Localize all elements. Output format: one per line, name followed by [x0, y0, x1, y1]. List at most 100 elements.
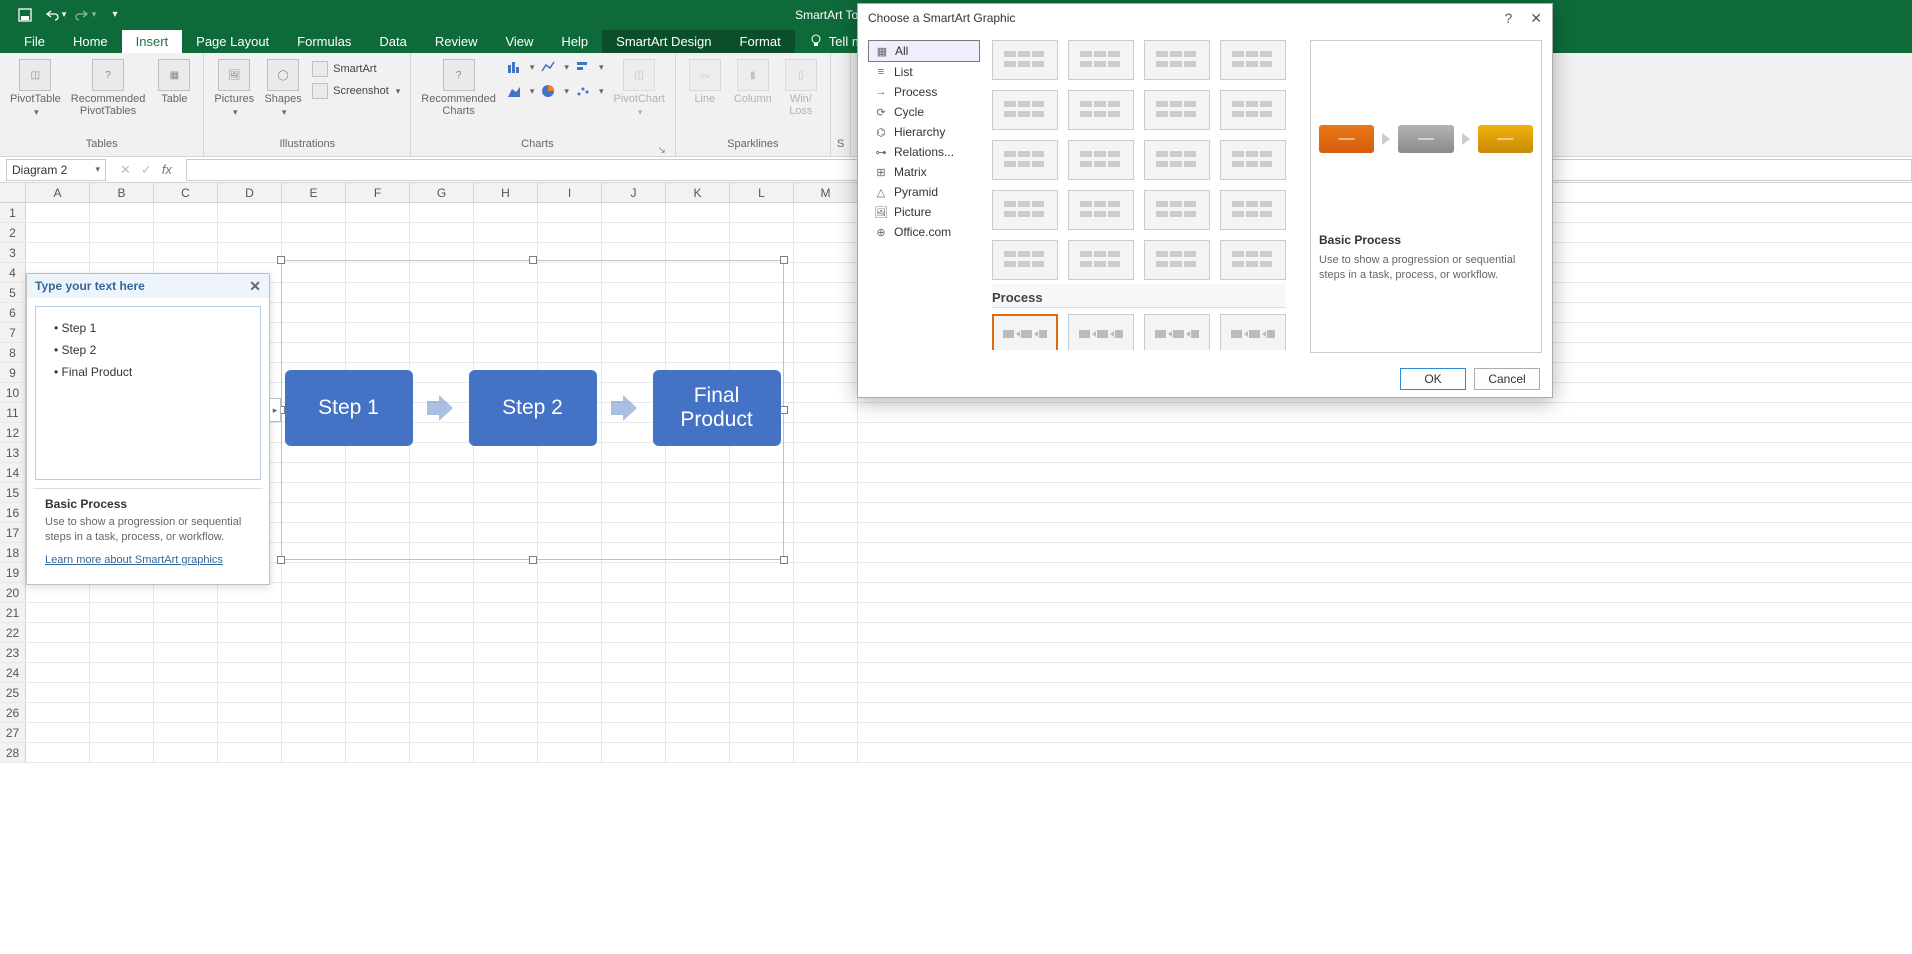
row-header[interactable]: 14 [0, 463, 26, 482]
cell[interactable] [26, 203, 90, 222]
tab-smartart-design[interactable]: SmartArt Design [602, 30, 725, 53]
cell[interactable] [794, 663, 858, 682]
cell[interactable] [538, 563, 602, 582]
cell[interactable] [154, 623, 218, 642]
cell[interactable] [154, 603, 218, 622]
cell[interactable] [730, 583, 794, 602]
sparkline-winloss-button[interactable]: ▯Win/ Loss [778, 57, 824, 119]
cell[interactable] [538, 663, 602, 682]
row-header[interactable]: 25 [0, 683, 26, 702]
cell[interactable] [346, 723, 410, 742]
cell[interactable] [730, 603, 794, 622]
cell[interactable] [26, 243, 90, 262]
cell[interactable] [346, 663, 410, 682]
smartart-thumb[interactable] [1220, 40, 1286, 80]
row-header[interactable]: 23 [0, 643, 26, 662]
charts-dialog-launcher[interactable]: ↘ [657, 145, 668, 156]
cell[interactable] [794, 383, 858, 402]
row-header[interactable]: 12 [0, 423, 26, 442]
bar-chart-icon[interactable] [575, 59, 591, 75]
cell[interactable] [410, 203, 474, 222]
pivottable-button[interactable]: ◫PivotTable▾ [6, 57, 65, 120]
column-header[interactable]: M [794, 183, 858, 202]
cell[interactable] [154, 583, 218, 602]
row-header[interactable]: 4 [0, 263, 26, 282]
cell[interactable] [90, 703, 154, 722]
cell[interactable] [602, 623, 666, 642]
cell[interactable] [474, 223, 538, 242]
cell[interactable] [474, 603, 538, 622]
smartart-thumb[interactable] [1144, 240, 1210, 280]
cell[interactable] [730, 623, 794, 642]
select-all-cell[interactable] [0, 183, 26, 202]
tab-page-layout[interactable]: Page Layout [182, 30, 283, 53]
tab-home[interactable]: Home [59, 30, 122, 53]
row-header[interactable]: 16 [0, 503, 26, 522]
cell[interactable] [602, 703, 666, 722]
cell[interactable] [794, 323, 858, 342]
cell[interactable] [602, 603, 666, 622]
gallery-scroll[interactable]: Process [988, 40, 1302, 350]
tab-view[interactable]: View [491, 30, 547, 53]
ok-button[interactable]: OK [1400, 368, 1466, 390]
cell[interactable] [794, 363, 858, 382]
sparkline-column-button[interactable]: ▮Column [730, 57, 776, 107]
column-header[interactable]: A [26, 183, 90, 202]
row-header[interactable]: 3 [0, 243, 26, 262]
cell[interactable] [730, 563, 794, 582]
cell[interactable] [346, 623, 410, 642]
row-header[interactable]: 11 [0, 403, 26, 422]
smartart-thumb[interactable] [1068, 240, 1134, 280]
resize-handle[interactable] [529, 256, 537, 264]
column-header[interactable]: B [90, 183, 154, 202]
cell[interactable] [154, 663, 218, 682]
smartart-thumb[interactable] [992, 240, 1058, 280]
smartart-thumb[interactable] [1144, 314, 1210, 350]
cell[interactable] [346, 223, 410, 242]
column-header[interactable]: C [154, 183, 218, 202]
cell[interactable] [794, 583, 858, 602]
smartart-canvas[interactable]: ▸ Step 1 Step 2 Final Product [281, 260, 784, 560]
cell[interactable] [282, 683, 346, 702]
cell[interactable] [90, 223, 154, 242]
smartart-thumb[interactable] [992, 140, 1058, 180]
list-item[interactable]: • Step 1 [54, 317, 242, 339]
cell[interactable] [794, 643, 858, 662]
textpane-toggle[interactable]: ▸ [269, 398, 281, 422]
smartart-thumb[interactable] [1144, 140, 1210, 180]
cell[interactable] [26, 743, 90, 762]
scatter-chart-icon[interactable] [575, 83, 591, 99]
smartart-thumb[interactable] [1068, 140, 1134, 180]
pie-chart-icon[interactable] [540, 83, 556, 99]
cell[interactable] [26, 623, 90, 642]
cell[interactable] [730, 643, 794, 662]
cell[interactable] [218, 243, 282, 262]
row-header[interactable]: 6 [0, 303, 26, 322]
smartart-box[interactable]: Step 2 [469, 370, 597, 446]
column-header[interactable]: J [602, 183, 666, 202]
cell[interactable] [602, 223, 666, 242]
row-header[interactable]: 7 [0, 323, 26, 342]
cell[interactable] [538, 583, 602, 602]
cell[interactable] [474, 563, 538, 582]
cell[interactable] [794, 463, 858, 482]
cell[interactable] [154, 743, 218, 762]
cell[interactable] [666, 583, 730, 602]
cell[interactable] [474, 583, 538, 602]
cell[interactable] [218, 643, 282, 662]
list-item[interactable]: • Final Product [54, 361, 242, 383]
row-header[interactable]: 8 [0, 343, 26, 362]
cell[interactable] [282, 223, 346, 242]
smartart-box[interactable]: Step 1 [285, 370, 413, 446]
cell[interactable] [218, 703, 282, 722]
cell[interactable] [666, 223, 730, 242]
tab-help[interactable]: Help [547, 30, 602, 53]
cell[interactable] [282, 623, 346, 642]
cell[interactable] [282, 663, 346, 682]
cell[interactable] [794, 483, 858, 502]
cell[interactable] [90, 203, 154, 222]
category-item[interactable]: →Process [868, 82, 980, 102]
cancel-formula-icon[interactable]: ✕ [120, 162, 131, 178]
tab-file[interactable]: File [10, 30, 59, 53]
smartart-box[interactable]: Final Product [653, 370, 781, 446]
